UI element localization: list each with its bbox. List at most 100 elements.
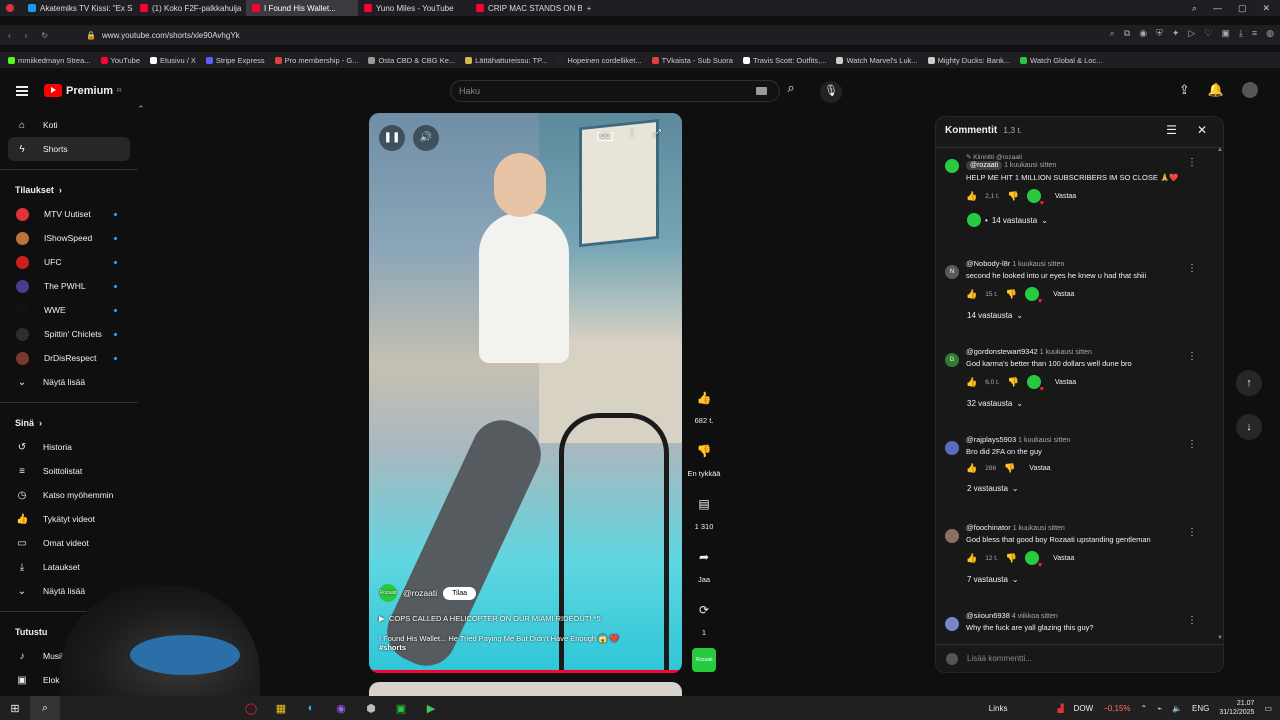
- comment-menu-icon[interactable]: ⋮: [1187, 615, 1197, 626]
- scroll-up-icon[interactable]: ▲: [1217, 147, 1223, 153]
- comment-like-icon[interactable]: 👍: [966, 377, 977, 388]
- volume-icon[interactable]: 🔊: [413, 125, 439, 151]
- volume-tray-icon[interactable]: 🔈: [1172, 704, 1182, 713]
- clock[interactable]: 21.07 31/12/2025: [1219, 699, 1254, 717]
- sound-channel-thumbnail[interactable]: Rozaati: [692, 648, 716, 672]
- reply-button[interactable]: Vastaa: [1055, 379, 1076, 386]
- notifications-bell-icon[interactable]: 🔔: [1208, 82, 1224, 98]
- view-replies-button[interactable]: 32 vastausta ⌄: [967, 399, 1223, 408]
- stock-ticker[interactable]: DOW: [1074, 704, 1094, 713]
- remix-icon[interactable]: ⟳: [689, 597, 719, 627]
- sidebar-item-soittolistat[interactable]: ≡ Soittolistat: [0, 459, 138, 483]
- taskbar-app-generic-icon[interactable]: ⬢: [356, 696, 386, 720]
- taskbar-app-opera-icon[interactable]: ◯: [236, 696, 266, 720]
- pause-icon[interactable]: ❚❚: [379, 125, 405, 151]
- comment-menu-icon[interactable]: ⋮: [1187, 439, 1197, 450]
- wallet-icon[interactable]: ▣: [1221, 28, 1230, 39]
- bookmark-item[interactable]: Stripe Express: [205, 56, 265, 65]
- comments-action[interactable]: ▤ 1 310: [684, 491, 724, 544]
- comment-author[interactable]: @Nobody-l8r: [966, 259, 1010, 268]
- close-window-icon[interactable]: ✕: [1262, 3, 1270, 14]
- scroll-down-icon[interactable]: ▼: [1217, 635, 1223, 641]
- comment-like-icon[interactable]: 👍: [966, 191, 977, 202]
- play-icon[interactable]: ▷: [1188, 28, 1195, 39]
- windows-start-icon[interactable]: ⊞: [0, 696, 30, 720]
- browser-tab[interactable]: Akatemiks TV Kissi: "Ex S: [22, 0, 134, 16]
- account-avatar[interactable]: [1242, 82, 1258, 98]
- maximize-icon[interactable]: ▢: [1238, 3, 1247, 14]
- like-icon[interactable]: 👍: [689, 385, 719, 415]
- taskbar-search-icon[interactable]: ⌕: [30, 696, 60, 720]
- youtube-premium-logo[interactable]: Premium FI: [44, 84, 122, 97]
- subscription-item[interactable]: Spittin' Chiclets: [0, 322, 138, 346]
- bookmark-item[interactable]: Etusivu / X: [150, 56, 196, 65]
- bookmark-item[interactable]: Hopeinen cordelliket...: [557, 56, 642, 65]
- keyboard-icon[interactable]: [756, 87, 767, 95]
- taskbar-app-messenger-icon[interactable]: ◉: [326, 696, 356, 720]
- shorts-video-player[interactable]: ❚❚ 🔊 CC ⋮ ⤢ Rozaati @rozaati Tilaa ▶ COP…: [369, 113, 682, 673]
- share-icon[interactable]: ➦: [689, 544, 719, 574]
- comment-dislike-icon[interactable]: 👎: [1004, 463, 1015, 474]
- comment-dislike-icon[interactable]: 👎: [1006, 553, 1017, 564]
- view-replies-button[interactable]: 14 vastausta ⌄: [967, 311, 1223, 320]
- network-icon[interactable]: ⌁: [1157, 704, 1162, 713]
- commenter-avatar[interactable]: N: [945, 265, 959, 279]
- sidebar-item-katso-my-hemmin[interactable]: ◷ Katso myöhemmin: [0, 483, 138, 507]
- comment-author[interactable]: @rozaati: [966, 161, 1003, 170]
- comment-like-icon[interactable]: 👍: [966, 463, 977, 474]
- linked-video-title[interactable]: ▶ COPS CALLED A HELICOPTER ON OUR MIAMI …: [379, 614, 601, 623]
- zoom-icon[interactable]: ⌕: [1110, 28, 1115, 39]
- reply-button[interactable]: Vastaa: [1055, 193, 1076, 200]
- profile-icon[interactable]: ◍: [1266, 28, 1274, 39]
- camera-icon[interactable]: ◉: [1139, 28, 1147, 39]
- sidebar-item-tyk-tyt-videot[interactable]: 👍 Tykätyt videot: [0, 507, 138, 531]
- view-replies-button[interactable]: • 14 vastausta ⌄: [967, 213, 1223, 227]
- show-more-subscriptions[interactable]: ⌄ Näytä lisää: [0, 370, 138, 394]
- screenshot-icon[interactable]: ⧉: [1124, 28, 1130, 39]
- taskbar-app-files-icon[interactable]: ▦: [266, 696, 296, 720]
- subscription-item[interactable]: The PWHL: [0, 274, 138, 298]
- subscription-item[interactable]: UFC: [0, 250, 138, 274]
- comment-like-icon[interactable]: 👍: [966, 553, 977, 564]
- sort-icon[interactable]: ☰: [1166, 123, 1177, 137]
- back-icon[interactable]: ‹: [8, 31, 11, 40]
- subscribe-button[interactable]: Tilaa: [443, 586, 477, 600]
- fullscreen-icon[interactable]: ⤢: [653, 128, 661, 139]
- comment-menu-icon[interactable]: ⋮: [1187, 351, 1197, 362]
- more-options-icon[interactable]: ⋮: [627, 128, 637, 139]
- reload-icon[interactable]: ↻: [41, 31, 48, 40]
- sidebar-item-omat-videot[interactable]: ▭ Omat videot: [0, 531, 138, 555]
- url-field[interactable]: 🔒 www.youtube.com/shorts/xle90AvhgYk: [86, 31, 240, 40]
- browser-tab[interactable]: (1) Koko F2F-palkkahuija: [134, 0, 246, 16]
- captions-icon[interactable]: CC: [597, 132, 614, 141]
- upload-icon[interactable]: ⇪: [1179, 82, 1190, 98]
- sidebar-item-historia[interactable]: ↺ Historia: [0, 435, 138, 459]
- comment-author[interactable]: @foochinator: [966, 523, 1011, 532]
- sidebar-collapse-icon[interactable]: ⌃: [137, 104, 145, 115]
- sidebar-item-lataukset[interactable]: ⤓ Lataukset: [0, 555, 138, 579]
- commenter-avatar[interactable]: [945, 617, 959, 631]
- comment-dislike-icon[interactable]: 👎: [1008, 191, 1019, 202]
- video-hashtag[interactable]: #shorts: [379, 643, 406, 652]
- comment-like-icon[interactable]: 👍: [966, 289, 977, 300]
- bookmark-item[interactable]: Watch Global & Loc...: [1020, 56, 1102, 65]
- comment-author[interactable]: @siioun6938: [966, 611, 1010, 620]
- next-short-icon[interactable]: ↓: [1236, 414, 1262, 440]
- reply-button[interactable]: Vastaa: [1053, 555, 1074, 562]
- browser-tab[interactable]: CRIP MAC STANDS ON BL: [470, 0, 582, 16]
- like-action[interactable]: 👍 682 t.: [684, 385, 724, 438]
- extension-icon[interactable]: ✦: [1172, 28, 1180, 39]
- bookmark-item[interactable]: TVkaista - Sub Suora: [651, 56, 733, 65]
- comment-author[interactable]: @rajplays5903: [966, 435, 1016, 444]
- search-icon[interactable]: ⌕: [780, 80, 802, 102]
- tray-chevron-icon[interactable]: ⌃: [1141, 704, 1148, 713]
- search-input[interactable]: Haku: [450, 80, 780, 102]
- browser-menu-icon[interactable]: [0, 0, 22, 16]
- minimize-icon[interactable]: —: [1213, 3, 1222, 13]
- new-tab-button[interactable]: +: [582, 4, 596, 13]
- comment-menu-icon[interactable]: ⋮: [1187, 157, 1197, 168]
- microphone-icon[interactable]: 🎙: [820, 81, 842, 103]
- search-tabs-icon[interactable]: ⌕: [1192, 3, 1197, 14]
- you-header[interactable]: Sinä ›: [0, 411, 138, 435]
- heart-icon[interactable]: ♡: [1204, 28, 1212, 39]
